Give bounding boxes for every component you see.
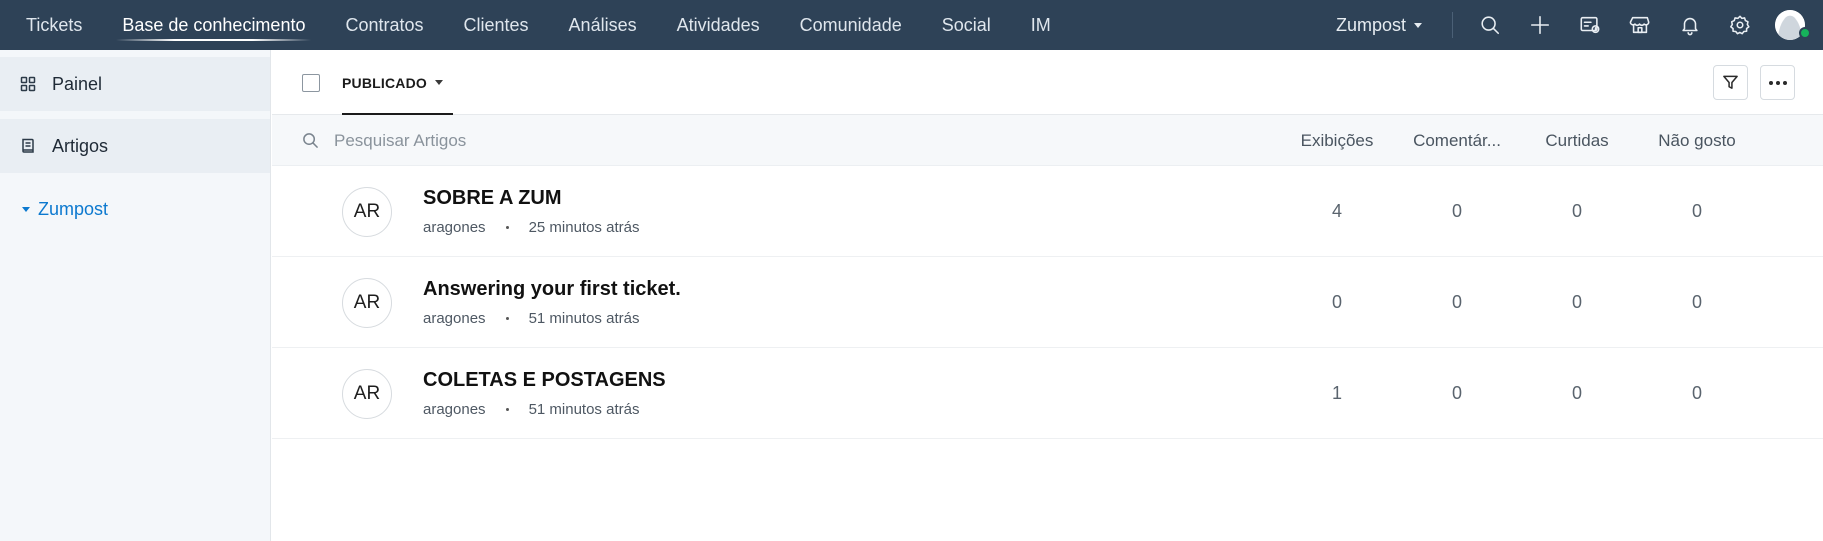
table-row[interactable]: AR Answering your first ticket. aragones… [272,257,1823,348]
article-title-link[interactable]: Answering your first ticket. [423,278,681,301]
tab-customers[interactable]: Clientes [444,0,549,50]
article-icon [22,138,34,153]
org-switcher[interactable]: Zumpost [1336,15,1446,36]
contact-card-button[interactable] [1565,0,1615,50]
column-dislikes[interactable]: Não gosto [1632,115,1762,166]
article-time: 51 minutos atrás [528,310,640,327]
article-time: 25 minutos atrás [528,219,640,236]
separator-dot [505,317,509,320]
more-dots-icon [1768,80,1787,85]
tab-activities[interactable]: Atividades [657,0,780,50]
search-button[interactable] [1465,0,1515,50]
tab-social[interactable]: Social [922,0,1011,50]
contact-card-icon [1580,16,1600,34]
topbar-divider [1452,12,1453,38]
tab-community[interactable]: Comunidade [780,0,922,50]
likes-count: 0 [1571,383,1582,403]
author-avatar: AR [342,278,392,328]
filter-button[interactable] [1713,65,1748,100]
gear-icon [1730,15,1750,35]
dislikes-count: 0 [1691,383,1702,403]
tab-analytics[interactable]: Análises [549,0,657,50]
plus-icon [1530,15,1550,35]
articles-panel: PUBLICADO Exibições Comentár... Curtidas… [272,50,1823,541]
article-meta: aragones 51 minutos atrás [423,310,639,327]
sidebar-item-articles[interactable]: Artigos [0,119,270,173]
table-row[interactable]: AR SOBRE A ZUM aragones 25 minutos atrás… [272,166,1823,257]
topbar-actions: Zumpost [1336,0,1823,50]
chevron-down-icon [435,80,444,85]
tab-im[interactable]: IM [1011,0,1071,50]
select-all-checkbox[interactable] [302,74,320,92]
settings-button[interactable] [1715,0,1765,50]
sidebar: Painel Artigos Zumpost [0,50,271,541]
likes-count: 0 [1571,201,1582,221]
list-toolbar: PUBLICADO [272,50,1823,115]
comments-count: 0 [1451,201,1462,221]
separator-dot [505,226,509,229]
status-filter-label: PUBLICADO [342,74,428,91]
tab-knowledge-base[interactable]: Base de conhecimento [102,0,325,50]
bell-icon [1682,17,1698,36]
org-name: Zumpost [1335,14,1406,35]
search-articles-input[interactable] [334,127,894,155]
column-comments[interactable]: Comentár... [1392,115,1522,166]
status-filter-dropdown[interactable]: PUBLICADO [342,50,454,115]
comments-count: 0 [1451,383,1462,403]
likes-count: 0 [1571,292,1582,312]
search-icon [1481,16,1500,35]
marketplace-button[interactable] [1615,0,1665,50]
article-author: aragones [423,219,486,236]
article-time: 51 minutos atrás [528,401,640,418]
store-icon [1629,16,1650,34]
dislikes-count: 0 [1691,201,1702,221]
tab-contracts[interactable]: Contratos [325,0,443,50]
article-title-link[interactable]: SOBRE A ZUM [423,187,562,210]
column-views[interactable]: Exibições [1272,115,1402,166]
dashboard-grid-icon [20,76,36,92]
views-count: 4 [1331,201,1342,221]
notifications-button[interactable] [1665,0,1715,50]
list-header: Exibições Comentár... Curtidas Não gosto [272,115,1823,166]
views-count: 1 [1331,383,1342,403]
article-author: aragones [423,401,486,418]
separator-dot [505,408,509,411]
top-navigation-bar: Tickets Base de conhecimento Contratos C… [0,0,1823,50]
article-author: aragones [423,310,486,327]
article-meta: aragones 51 minutos atrás [423,401,639,418]
column-likes[interactable]: Curtidas [1512,115,1642,166]
sidebar-item-label: Artigos [52,135,109,156]
author-avatar: AR [342,369,392,419]
views-count: 0 [1331,292,1342,312]
chevron-down-icon [22,207,30,212]
folder-label: Zumpost [38,199,109,219]
more-options-button[interactable] [1760,65,1795,100]
quick-create-button[interactable] [1515,0,1565,50]
article-meta: aragones 25 minutos atrás [423,219,639,236]
sidebar-folder-zumpost[interactable]: Zumpost [0,199,270,220]
online-status-dot [1799,27,1811,39]
sidebar-item-label: Painel [52,73,103,94]
comments-count: 0 [1451,292,1462,312]
dislikes-count: 0 [1691,292,1702,312]
article-title-link[interactable]: COLETAS E POSTAGENS [423,369,666,392]
module-tabs: Tickets Base de conhecimento Contratos C… [0,0,1071,50]
search-icon [302,132,319,154]
tab-tickets[interactable]: Tickets [6,0,102,50]
author-avatar: AR [342,187,392,237]
chevron-down-icon [1414,22,1422,28]
table-row[interactable]: AR COLETAS E POSTAGENS aragones 51 minut… [272,348,1823,439]
filter-funnel-icon [1723,75,1738,89]
sidebar-item-dashboard[interactable]: Painel [0,57,270,111]
